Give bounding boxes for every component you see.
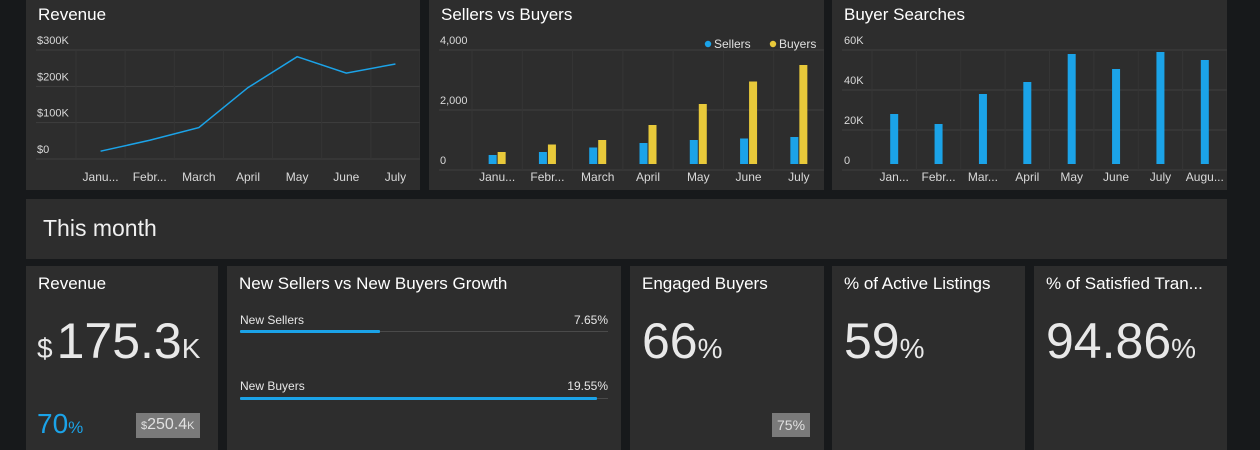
bar — [598, 140, 607, 164]
new-sellers-label: New Sellers — [240, 313, 305, 327]
engaged-buyers-panel: Engaged Buyers 66% 75% — [630, 266, 824, 450]
section-header: This month — [26, 199, 1227, 259]
y-tick-label: $100K — [37, 108, 69, 120]
legend-label: Sellers — [714, 37, 751, 51]
y-tick-label: 0 — [440, 155, 446, 167]
active-listings-value: 59% — [844, 313, 925, 369]
bar — [648, 125, 657, 164]
y-tick-label: $0 — [37, 144, 49, 156]
x-tick-label: Mar... — [968, 170, 998, 184]
bar — [689, 140, 698, 164]
y-tick-label: 4,000 — [440, 35, 468, 47]
x-tick-label: May — [687, 170, 710, 184]
new-buyers-value: 19.55% — [567, 379, 608, 393]
y-tick-label: 2,000 — [440, 95, 468, 107]
active-listings-title: % of Active Listings — [844, 274, 991, 293]
bar — [1023, 82, 1032, 164]
x-tick-label: April — [636, 170, 660, 184]
buyer-searches-bar-chart: 0 20K 40K 60K Jan... Febr... Mar... April May Jun… — [842, 35, 1227, 184]
y-tick-label: 20K — [844, 115, 864, 127]
growth-kpi-title: New Sellers vs New Buyers Growth — [239, 274, 508, 293]
active-listings-panel: % of Active Listings 59% — [832, 266, 1025, 450]
y-tick-label: $200K — [37, 71, 69, 83]
engaged-buyers-title: Engaged Buyers — [642, 274, 768, 293]
bar — [1200, 60, 1209, 164]
new-buyers-label: New Buyers — [240, 379, 305, 393]
bar — [978, 94, 987, 164]
new-sellers-value: 7.65% — [573, 313, 608, 327]
x-tick-label: Febr... — [530, 170, 564, 184]
x-tick-label: Jan... — [880, 170, 909, 184]
bar — [890, 114, 899, 164]
bar — [1156, 52, 1165, 164]
y-tick-label: 60K — [844, 35, 864, 47]
bar — [547, 144, 556, 164]
x-tick-label: July — [788, 170, 809, 184]
bar — [1112, 69, 1121, 164]
engaged-buyers-value: 66% — [642, 313, 723, 369]
revenue-line-chart: $0 $100K $200K $300K Janu... Febr... March Apri… — [36, 35, 420, 184]
legend-swatch — [704, 40, 712, 48]
x-tick-label: Janu... — [83, 170, 119, 184]
x-tick-label: Febr... — [133, 170, 167, 184]
revenue-kpi-value: $175.3K — [37, 313, 201, 369]
bar — [639, 143, 648, 164]
revenue-kpi-percent: 70% — [37, 408, 84, 439]
y-tick-label: 0 — [844, 155, 850, 167]
x-tick-label: June — [1103, 170, 1129, 184]
y-tick-label: $300K — [37, 35, 69, 47]
bar — [740, 138, 749, 164]
bar — [488, 155, 497, 164]
buyer-searches-chart-panel: Buyer Searches 0 20K 40K 60K Jan... Febr... Ma… — [832, 0, 1227, 190]
bar — [698, 104, 707, 164]
x-tick-label: May — [286, 170, 309, 184]
growth-kpi-panel: New Sellers vs New Buyers Growth New Sel… — [227, 266, 621, 450]
bar — [790, 137, 799, 164]
y-tick-label: 40K — [844, 75, 864, 87]
series-line — [100, 55, 396, 152]
x-tick-label: July — [385, 170, 406, 184]
x-tick-label: Augu... — [1186, 170, 1224, 184]
x-tick-label: June — [333, 170, 359, 184]
satisfied-transactions-value: 94.86% — [1046, 313, 1197, 369]
revenue-chart-panel: Revenue $0 $100K $200K $300K Janu... Febr... M… — [26, 0, 420, 190]
section-title: This month — [43, 215, 157, 241]
x-tick-label: March — [581, 170, 614, 184]
sellers-buyers-bar-chart: 0 2,000 4,000 Janu... Febr... March April May Ju… — [439, 35, 824, 184]
bar — [589, 147, 598, 164]
bar — [749, 81, 758, 164]
bar — [1067, 54, 1076, 164]
engaged-buyers-target-badge: 75% — [772, 413, 811, 437]
x-tick-label: May — [1060, 170, 1083, 184]
legend-swatch — [769, 40, 777, 48]
new-sellers-progress-bar — [240, 330, 380, 333]
revenue-target-badge: $250.4K — [136, 413, 200, 438]
x-tick-label: July — [1150, 170, 1171, 184]
satisfied-transactions-panel: % of Satisfied Tran... 94.86% — [1034, 266, 1227, 450]
legend-label: Buyers — [779, 37, 816, 51]
sellers-buyers-chart-panel: Sellers vs Buyers 0 2,000 4,000 Janu... Febr… — [429, 0, 824, 190]
revenue-kpi-title: Revenue — [38, 274, 107, 293]
x-tick-label: Febr... — [922, 170, 956, 184]
revenue-kpi-panel: Revenue $175.3K 70% $250.4K — [26, 266, 218, 450]
bar — [497, 152, 506, 164]
new-buyers-progress-bar — [240, 397, 597, 400]
x-tick-label: Janu... — [479, 170, 515, 184]
bar — [799, 65, 808, 164]
x-tick-label: June — [736, 170, 762, 184]
bar — [934, 124, 943, 164]
satisfied-transactions-title: % of Satisfied Tran... — [1046, 274, 1203, 293]
x-tick-label: April — [236, 170, 260, 184]
x-tick-label: April — [1015, 170, 1039, 184]
x-tick-label: March — [182, 170, 215, 184]
bar — [538, 152, 547, 164]
